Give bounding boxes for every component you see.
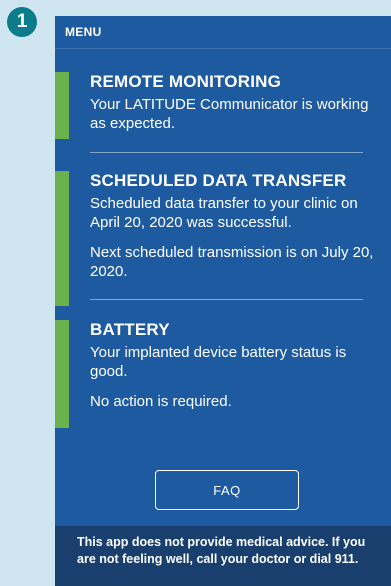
section-title: BATTERY: [90, 320, 170, 339]
divider: [90, 299, 363, 300]
section-text: No action is required.: [90, 393, 232, 410]
section-title: SCHEDULED DATA TRANSFER: [90, 171, 347, 190]
section-text: Next scheduled transmission is on July 2…: [90, 244, 374, 280]
section-text: Scheduled data transfer to your clinic o…: [90, 195, 358, 231]
app-screen: MENU REMOTE MONITORING Your LATITUDE Com…: [55, 16, 391, 586]
status-ok-bar: [55, 72, 69, 139]
faq-button[interactable]: FAQ: [155, 470, 299, 510]
divider: [90, 152, 363, 153]
battery-section: BATTERY Your implanted device battery st…: [55, 320, 391, 428]
medical-disclaimer: This app does not provide medical advice…: [55, 526, 391, 586]
remote-monitoring-section: REMOTE MONITORING Your LATITUDE Communic…: [55, 72, 391, 139]
section-text: Your implanted device battery status is …: [90, 344, 347, 380]
section-text: Your LATITUDE Communicator is working as…: [90, 96, 369, 132]
status-ok-bar: [55, 171, 69, 306]
section-title: REMOTE MONITORING: [90, 72, 282, 91]
menu-button[interactable]: MENU: [55, 16, 391, 49]
status-ok-bar: [55, 320, 69, 428]
scheduled-data-transfer-section: SCHEDULED DATA TRANSFER Scheduled data t…: [55, 171, 391, 306]
step-number-badge: 1: [7, 7, 37, 37]
